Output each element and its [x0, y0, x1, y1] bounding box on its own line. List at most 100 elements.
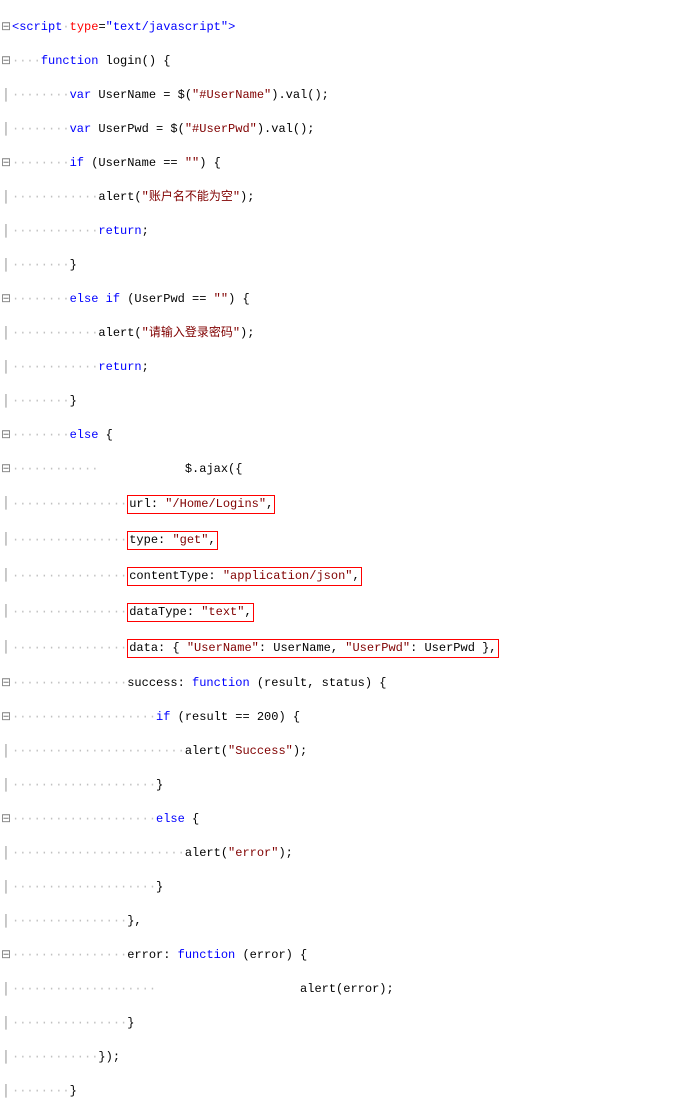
indent: ················: [12, 1016, 127, 1030]
str: "#UserPwd": [185, 122, 257, 136]
txt: UserPwd = $(: [91, 122, 185, 136]
indent: ········: [12, 156, 70, 170]
txt: ;: [142, 224, 149, 238]
txt: );: [240, 190, 254, 204]
brace: }: [156, 880, 163, 894]
val: "get": [172, 533, 208, 547]
txt: (UserPwd ==: [120, 292, 214, 306]
indent: ················: [12, 948, 127, 962]
fold-minus[interactable]: ⊟: [0, 53, 12, 70]
fold-minus[interactable]: ⊟: [0, 291, 12, 308]
txt: alert(error);: [156, 982, 394, 996]
kw-function: function: [178, 948, 236, 962]
fold-bar: │: [0, 1015, 12, 1032]
key: data: {: [129, 641, 187, 655]
fold-bar: │: [0, 325, 12, 342]
indent: ············: [12, 360, 98, 374]
kw-elseif: else if: [70, 292, 120, 306]
highlight-data: data: { "UserName": UserName, "UserPwd":…: [127, 639, 498, 658]
kw-var: var: [70, 88, 92, 102]
k2: "UserPwd": [345, 641, 410, 655]
fold-bar: │: [0, 393, 12, 410]
indent: ············: [12, 1050, 98, 1064]
val: "/Home/Logins": [165, 497, 266, 511]
txt: $.ajax({: [98, 462, 242, 476]
brace: }: [156, 778, 163, 792]
fold-bar: │: [0, 1083, 12, 1100]
txt: ) {: [228, 292, 250, 306]
fold-minus[interactable]: ⊟: [0, 709, 12, 726]
m2: : UserPwd },: [410, 641, 496, 655]
indent: ····: [12, 54, 41, 68]
indent: ········: [12, 122, 70, 136]
fold-bar: │: [0, 531, 12, 548]
m1: : UserName,: [259, 641, 345, 655]
attr-val: "text/javascript": [106, 20, 228, 34]
brace: });: [98, 1050, 120, 1064]
fold-bar: │: [0, 845, 12, 862]
kw-function: function: [192, 676, 250, 690]
fold-bar: │: [0, 359, 12, 376]
tag-name: script: [19, 20, 62, 34]
indent: ····················: [12, 982, 156, 996]
val: "application/json": [223, 569, 353, 583]
txt: ).val();: [271, 88, 329, 102]
indent: ················: [12, 533, 127, 547]
args: (result, status) {: [250, 676, 387, 690]
fold-minus[interactable]: ⊟: [0, 427, 12, 444]
indent: ············: [12, 190, 98, 204]
comma: ,: [208, 533, 215, 547]
txt: ) {: [199, 156, 221, 170]
key: error:: [127, 948, 177, 962]
val: "text": [201, 605, 244, 619]
indent: ························: [12, 744, 185, 758]
txt: {: [185, 812, 199, 826]
fold-minus[interactable]: ⊟: [0, 811, 12, 828]
key: success:: [127, 676, 192, 690]
txt: );: [240, 326, 254, 340]
fold-bar: │: [0, 223, 12, 240]
txt: );: [278, 846, 292, 860]
indent: ················: [12, 676, 127, 690]
indent: ················: [12, 497, 127, 511]
brace: }: [70, 258, 77, 272]
fold-minus[interactable]: ⊟: [0, 947, 12, 964]
indent: ····················: [12, 710, 156, 724]
fold-bar: │: [0, 1049, 12, 1066]
fold-minus[interactable]: ⊟: [0, 461, 12, 478]
txt: UserName = $(: [91, 88, 192, 102]
txt: );: [293, 744, 307, 758]
indent: ····················: [12, 812, 156, 826]
kw-else: else: [70, 428, 99, 442]
indent: ············: [12, 462, 98, 476]
kw-function: function: [41, 54, 99, 68]
fold-bar: │: [0, 981, 12, 998]
txt: alert(: [98, 326, 141, 340]
fold-bar: │: [0, 777, 12, 794]
fold-bar: │: [0, 639, 12, 656]
txt: alert(: [98, 190, 141, 204]
txt: (result == 200) {: [170, 710, 300, 724]
tag-gt: >: [228, 20, 235, 34]
fold-bar: │: [0, 913, 12, 930]
brace: }: [70, 1084, 77, 1098]
txt: (UserName ==: [84, 156, 185, 170]
fold-minus[interactable]: ⊟: [0, 19, 12, 36]
str: "": [185, 156, 199, 170]
fold-bar: │: [0, 121, 12, 138]
key: url:: [129, 497, 165, 511]
str: "Success": [228, 744, 293, 758]
str: "#UserName": [192, 88, 271, 102]
indent: ················: [12, 605, 127, 619]
fold-minus[interactable]: ⊟: [0, 155, 12, 172]
str: "请输入登录密码": [142, 326, 240, 340]
fold-minus[interactable]: ⊟: [0, 675, 12, 692]
ws: ·: [62, 20, 69, 34]
indent: ············: [12, 326, 98, 340]
fn-sig: login() {: [98, 54, 170, 68]
indent: ········: [12, 258, 70, 272]
fold-bar: │: [0, 87, 12, 104]
brace: },: [127, 914, 141, 928]
indent: ················: [12, 641, 127, 655]
k1: "UserName": [187, 641, 259, 655]
